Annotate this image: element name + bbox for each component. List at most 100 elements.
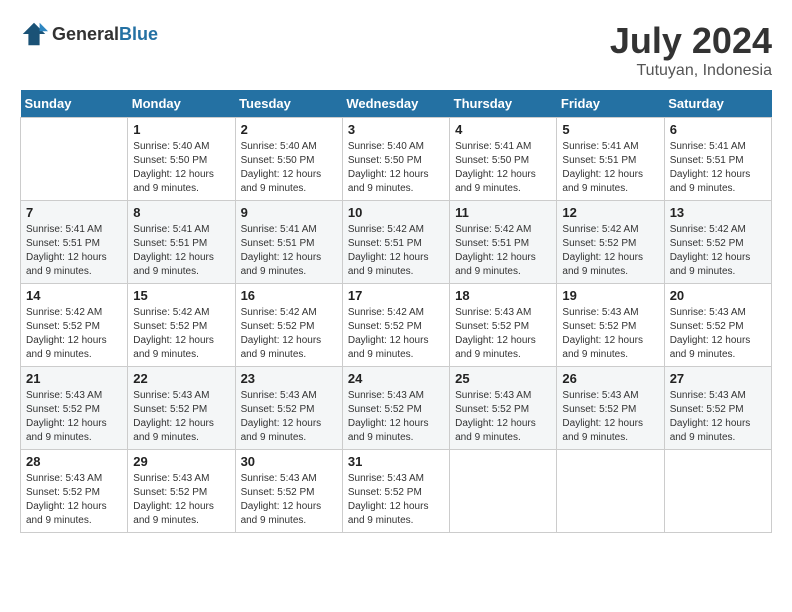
calendar-week-row: 28 Sunrise: 5:43 AMSunset: 5:52 PMDayligh… <box>21 450 772 533</box>
day-info: Sunrise: 5:40 AMSunset: 5:50 PMDaylight:… <box>348 140 444 196</box>
day-number: 12 <box>562 205 658 220</box>
day-info: Sunrise: 5:43 AMSunset: 5:52 PMDaylight:… <box>241 389 337 445</box>
day-info: Sunrise: 5:43 AMSunset: 5:52 PMDaylight:… <box>26 389 122 445</box>
calendar-cell <box>21 118 128 201</box>
calendar-cell: 13Sunrise: 5:42 AMSunset: 5:52 PMDayligh… <box>664 201 771 284</box>
calendar-cell: 2Sunrise: 5:40 AMSunset: 5:50 PMDaylight… <box>235 118 342 201</box>
day-number: 24 <box>348 371 444 386</box>
day-info: Sunrise: 5:42 AMSunset: 5:52 PMDaylight:… <box>26 306 122 362</box>
calendar-table: SundayMondayTuesdayWednesdayThursdayFrid… <box>20 90 772 533</box>
day-number: 31 <box>348 454 444 469</box>
day-number: 16 <box>241 288 337 303</box>
day-number: 27 <box>670 371 766 386</box>
calendar-cell: 11 Sunrise: 5:42 AMSunset: 5:51 PMDayligh… <box>450 201 557 284</box>
calendar-cell: 17 Sunrise: 5:42 AMSunset: 5:52 PMDayligh… <box>342 284 449 367</box>
calendar-cell <box>557 450 664 533</box>
day-number: 6 <box>670 122 766 137</box>
title-block: July 2024 Tutuyan, Indonesia <box>610 20 772 80</box>
column-header-thursday: Thursday <box>450 90 557 118</box>
day-info: Sunrise: 5:42 AMSunset: 5:52 PMDaylight:… <box>133 306 229 362</box>
calendar-week-row: 7Sunrise: 5:41 AMSunset: 5:51 PMDaylight… <box>21 201 772 284</box>
day-number: 20 <box>670 288 766 303</box>
day-number: 2 <box>241 122 337 137</box>
calendar-cell: 5 Sunrise: 5:41 AMSunset: 5:51 PMDaylight… <box>557 118 664 201</box>
day-info: Sunrise: 5:43 AMSunset: 5:52 PMDaylight:… <box>670 306 766 362</box>
day-number: 19 <box>562 288 658 303</box>
day-number: 28 <box>26 454 122 469</box>
day-info: Sunrise: 5:43 AMSunset: 5:52 PMDaylight:… <box>348 389 444 445</box>
day-info: Sunrise: 5:43 AMSunset: 5:52 PMDaylight:… <box>562 389 658 445</box>
day-info: Sunrise: 5:43 AMSunset: 5:52 PMDaylight:… <box>133 389 229 445</box>
column-header-wednesday: Wednesday <box>342 90 449 118</box>
day-number: 8 <box>133 205 229 220</box>
logo-general: General <box>52 24 119 44</box>
day-number: 3 <box>348 122 444 137</box>
calendar-cell: 14 Sunrise: 5:42 AMSunset: 5:52 PMDayligh… <box>21 284 128 367</box>
day-number: 18 <box>455 288 551 303</box>
calendar-cell: 18 Sunrise: 5:43 AMSunset: 5:52 PMDayligh… <box>450 284 557 367</box>
day-number: 23 <box>241 371 337 386</box>
day-number: 21 <box>26 371 122 386</box>
calendar-cell: 23 Sunrise: 5:43 AMSunset: 5:52 PMDayligh… <box>235 367 342 450</box>
calendar-cell: 15 Sunrise: 5:42 AMSunset: 5:52 PMDayligh… <box>128 284 235 367</box>
day-number: 26 <box>562 371 658 386</box>
day-info: Sunrise: 5:41 AMSunset: 5:51 PMDaylight:… <box>241 223 337 279</box>
day-info: Sunrise: 5:42 AMSunset: 5:52 PMDaylight:… <box>670 223 766 279</box>
calendar-cell <box>664 450 771 533</box>
calendar-cell: 24 Sunrise: 5:43 AMSunset: 5:52 PMDayligh… <box>342 367 449 450</box>
calendar-cell: 6 Sunrise: 5:41 AMSunset: 5:51 PMDaylight… <box>664 118 771 201</box>
day-number: 14 <box>26 288 122 303</box>
column-header-monday: Monday <box>128 90 235 118</box>
day-info: Sunrise: 5:41 AMSunset: 5:51 PMDaylight:… <box>26 223 122 279</box>
day-info: Sunrise: 5:42 AMSunset: 5:51 PMDaylight:… <box>455 223 551 279</box>
day-number: 9 <box>241 205 337 220</box>
day-info: Sunrise: 5:41 AMSunset: 5:51 PMDaylight:… <box>670 140 766 196</box>
calendar-cell: 16 Sunrise: 5:42 AMSunset: 5:52 PMDayligh… <box>235 284 342 367</box>
day-info: Sunrise: 5:42 AMSunset: 5:52 PMDaylight:… <box>348 306 444 362</box>
calendar-cell: 12 Sunrise: 5:42 AMSunset: 5:52 PMDayligh… <box>557 201 664 284</box>
day-number: 10 <box>348 205 444 220</box>
calendar-cell: 30 Sunrise: 5:43 AMSunset: 5:52 PMDayligh… <box>235 450 342 533</box>
calendar-cell: 31 Sunrise: 5:43 AMSunset: 5:52 PMDayligh… <box>342 450 449 533</box>
calendar-cell: 26 Sunrise: 5:43 AMSunset: 5:52 PMDayligh… <box>557 367 664 450</box>
calendar-cell: 27Sunrise: 5:43 AMSunset: 5:52 PMDayligh… <box>664 367 771 450</box>
day-info: Sunrise: 5:41 AMSunset: 5:51 PMDaylight:… <box>133 223 229 279</box>
day-info: Sunrise: 5:42 AMSunset: 5:52 PMDaylight:… <box>562 223 658 279</box>
day-number: 11 <box>455 205 551 220</box>
logo: GeneralBlue <box>20 20 158 48</box>
calendar-cell: 25Sunrise: 5:43 AMSunset: 5:52 PMDayligh… <box>450 367 557 450</box>
location-title: Tutuyan, Indonesia <box>610 62 772 80</box>
logo-icon <box>20 20 48 48</box>
column-header-tuesday: Tuesday <box>235 90 342 118</box>
calendar-cell: 10 Sunrise: 5:42 AMSunset: 5:51 PMDayligh… <box>342 201 449 284</box>
calendar-cell: 4Sunrise: 5:41 AMSunset: 5:50 PMDaylight… <box>450 118 557 201</box>
day-number: 17 <box>348 288 444 303</box>
day-number: 15 <box>133 288 229 303</box>
day-number: 25 <box>455 371 551 386</box>
day-info: Sunrise: 5:42 AMSunset: 5:52 PMDaylight:… <box>241 306 337 362</box>
calendar-week-row: 14 Sunrise: 5:42 AMSunset: 5:52 PMDayligh… <box>21 284 772 367</box>
calendar-week-row: 1Sunrise: 5:40 AMSunset: 5:50 PMDaylight… <box>21 118 772 201</box>
logo-blue: Blue <box>119 24 158 44</box>
day-info: Sunrise: 5:42 AMSunset: 5:51 PMDaylight:… <box>348 223 444 279</box>
calendar-cell: 9 Sunrise: 5:41 AMSunset: 5:51 PMDaylight… <box>235 201 342 284</box>
day-number: 5 <box>562 122 658 137</box>
calendar-cell: 7Sunrise: 5:41 AMSunset: 5:51 PMDaylight… <box>21 201 128 284</box>
calendar-week-row: 21 Sunrise: 5:43 AMSunset: 5:52 PMDayligh… <box>21 367 772 450</box>
day-info: Sunrise: 5:41 AMSunset: 5:50 PMDaylight:… <box>455 140 551 196</box>
day-info: Sunrise: 5:43 AMSunset: 5:52 PMDaylight:… <box>348 472 444 528</box>
day-number: 29 <box>133 454 229 469</box>
calendar-cell: 28 Sunrise: 5:43 AMSunset: 5:52 PMDayligh… <box>21 450 128 533</box>
day-number: 30 <box>241 454 337 469</box>
day-info: Sunrise: 5:41 AMSunset: 5:51 PMDaylight:… <box>562 140 658 196</box>
page-header: GeneralBlue July 2024 Tutuyan, Indonesia <box>20 20 772 80</box>
calendar-cell: 8 Sunrise: 5:41 AMSunset: 5:51 PMDaylight… <box>128 201 235 284</box>
day-info: Sunrise: 5:43 AMSunset: 5:52 PMDaylight:… <box>241 472 337 528</box>
calendar-cell: 19Sunrise: 5:43 AMSunset: 5:52 PMDayligh… <box>557 284 664 367</box>
day-info: Sunrise: 5:43 AMSunset: 5:52 PMDaylight:… <box>455 306 551 362</box>
calendar-cell: 21 Sunrise: 5:43 AMSunset: 5:52 PMDayligh… <box>21 367 128 450</box>
column-header-friday: Friday <box>557 90 664 118</box>
day-info: Sunrise: 5:43 AMSunset: 5:52 PMDaylight:… <box>26 472 122 528</box>
column-header-sunday: Sunday <box>21 90 128 118</box>
calendar-cell: 29Sunrise: 5:43 AMSunset: 5:52 PMDayligh… <box>128 450 235 533</box>
